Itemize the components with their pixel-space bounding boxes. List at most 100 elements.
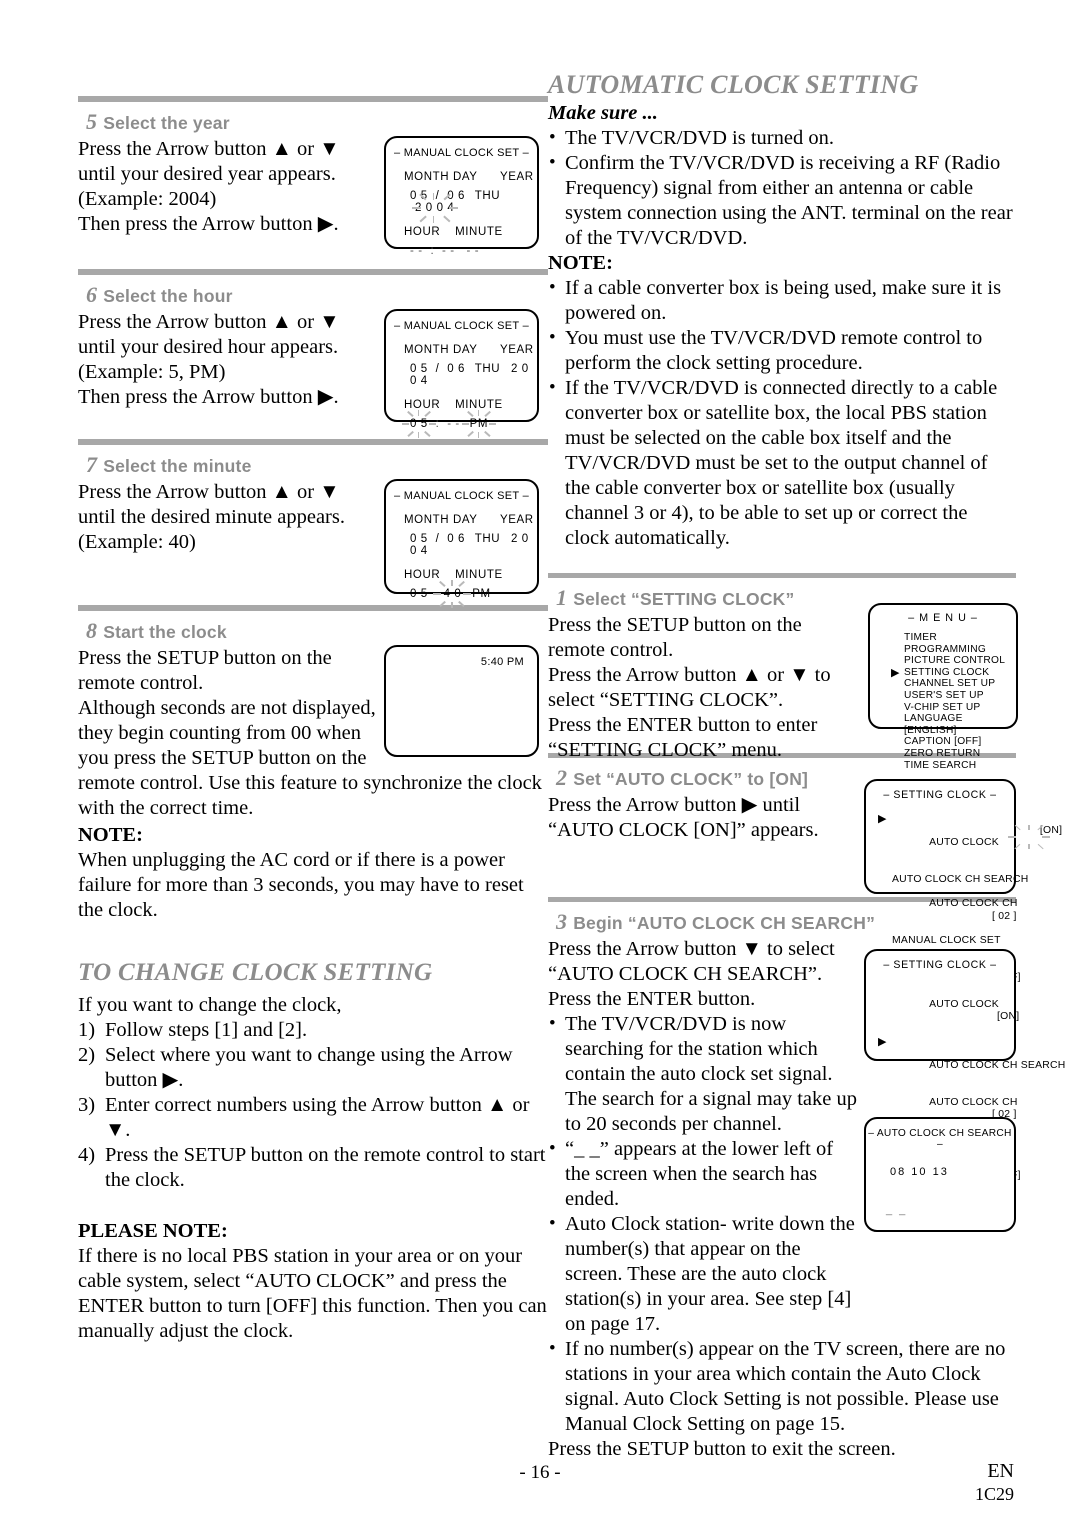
menu-item-label: PICTURE CONTROL	[904, 655, 1006, 667]
step-8-note-text: When unplugging the AC cord or if there …	[78, 849, 524, 921]
menu-item-label: CHANNEL SET UP	[904, 678, 996, 690]
step-8-para2-rest: remote control. Use this feature to sync…	[78, 772, 542, 819]
cursor-arrow-icon: ▶	[878, 1035, 887, 1048]
screen-header-row-2: HOUR MINUTE	[404, 569, 537, 581]
step-8-text-narrow: Press the SETUP button on the remote con…	[78, 646, 383, 771]
menu-item[interactable]: ZERO RETURN	[904, 748, 1016, 760]
value-hour: - -	[410, 245, 423, 257]
list-marker: 1)	[78, 1019, 96, 1041]
step-7-heading: 7 Select the minute	[78, 452, 548, 478]
screen-title: – AUTO CLOCK CH SEARCH –	[868, 1128, 1012, 1150]
change-clock-section: TO CHANGE CLOCK SETTING If you want to c…	[78, 959, 548, 1344]
value-year: 2 0 0 4	[410, 363, 529, 387]
list-item: Auto Clock station- write down the numbe…	[548, 1211, 860, 1337]
menu-item[interactable]: USER'S SET UP	[904, 690, 1016, 702]
please-note-label: PLEASE NOTE:	[78, 1220, 228, 1242]
menu-item[interactable]: TIMER PROGRAMMING	[904, 632, 1016, 655]
label-minute: MINUTE	[455, 399, 503, 411]
value-colon: :	[435, 418, 440, 430]
menu-item-list: TIMER PROGRAMMING PICTURE CONTROL ▶ SETT…	[891, 632, 1016, 771]
make-sure-label: Make sure ...	[548, 102, 658, 124]
step-5-title: Select the year	[103, 113, 230, 133]
menu-item-label: LANGUAGE [ENGLISH]	[904, 713, 963, 736]
auto-step-3-block: 3 Begin “AUTO CLOCK CH SEARCH” Press the …	[548, 909, 1065, 1462]
page-number: - 16 -	[519, 1462, 561, 1483]
screen-manual-clock-set-minute: – MANUAL CLOCK SET – MONTH DAY YEAR 0 5 …	[384, 479, 539, 608]
setting-clock-row[interactable]: AUTO CLOCK CH SEARCH	[892, 874, 1028, 886]
change-clock-intro: If you want to change the clock,	[78, 994, 342, 1016]
search-end-mark: _ _	[886, 1204, 908, 1216]
screen-title: – SETTING CLOCK –	[883, 959, 997, 971]
list-marker: 3)	[78, 1094, 96, 1116]
step-7-text: Press the Arrow button ▲ or ▼ until the …	[78, 480, 383, 555]
list-item: Confirm the TV/VCR/DVD is receiving a RF…	[548, 150, 1016, 251]
step-5-heading: 5 Select the year	[78, 109, 548, 135]
step-6-block: 6 Select the hour Press the Arrow button …	[78, 282, 548, 439]
value-hour: 0 5	[410, 588, 428, 600]
setting-clock-row-selected[interactable]: ▶ AUTO CLOCK [ON]	[878, 813, 1062, 874]
label-minute: MINUTE	[455, 569, 503, 581]
auto-step-3-line-1: Press the Arrow button ▼ to select	[548, 938, 835, 960]
value-hour-flashing: 0 5	[401, 410, 436, 438]
value-hour: 0 5	[410, 418, 428, 430]
screen-value-row-2: 0 5 : - - PM	[401, 410, 537, 438]
step-8-para1-line1: Press the SETUP button on the	[78, 647, 332, 669]
auto-step-3-closing: Press the SETUP button to exit the scree…	[548, 1438, 896, 1460]
value-ampm: PM	[472, 588, 491, 600]
value-ampm: - -	[466, 245, 480, 257]
step-6-line-3: (Example: 5, PM)	[78, 361, 226, 383]
auto-step-2-block: 2 Set “AUTO CLOCK” to [ON] Press the Arro…	[548, 765, 1062, 983]
row-label: AUTO CLOCK CH SEARCH	[929, 1060, 1066, 1072]
row-value: [ON]	[997, 1011, 1020, 1023]
list-text: Select where you want to change using th…	[105, 1044, 513, 1091]
step-7-line-1: Press the Arrow button ▲ or ▼	[78, 481, 340, 503]
screen-header-row-1: MONTH DAY YEAR	[404, 171, 537, 183]
footer-code: 1C29	[974, 1484, 1014, 1504]
step-8-note-label: NOTE:	[78, 824, 143, 846]
list-text: Press the SETUP button on the remote con…	[105, 1144, 546, 1191]
list-marker: 2)	[78, 1044, 96, 1066]
screen-value-row-1: 0 5 / 0 6 THU 2 0 0 4	[410, 533, 537, 557]
label-year: YEAR	[500, 171, 534, 183]
row-value: [ON]	[1039, 825, 1063, 837]
cursor-arrow-icon: ▶	[878, 813, 887, 825]
menu-item[interactable]: CAPTION [OFF]	[904, 736, 1016, 748]
label-minute: MINUTE	[455, 226, 503, 238]
value-month: 0 5	[410, 190, 428, 202]
setting-clock-row[interactable]: AUTO CLOCK [ON]	[892, 987, 1019, 1036]
menu-item[interactable]: LANGUAGE [ENGLISH]	[904, 713, 1016, 736]
menu-item[interactable]: PICTURE CONTROL	[904, 655, 1016, 667]
change-clock-list: 1) Follow steps [1] and [2]. 2) Select whe…	[78, 1018, 548, 1193]
menu-item-selected[interactable]: ▶ SETTING CLOCK	[891, 667, 1016, 679]
make-sure-list: The TV/VCR/DVD is turned on. Confirm the…	[548, 125, 1016, 251]
value-month: 0 5	[410, 363, 428, 375]
list-item: If a cable converter box is being used, …	[548, 275, 1016, 326]
label-hour: HOUR	[404, 399, 441, 411]
screen-manual-clock-set-year: – MANUAL CLOCK SET – MONTH DAY YEAR 0 5 …	[384, 136, 539, 257]
value-minute-flashing: 4 0	[433, 580, 472, 608]
screen-clock-display: 5:40 PM	[384, 645, 539, 757]
setting-clock-row-selected[interactable]: ▶ AUTO CLOCK CH SEARCH	[878, 1036, 1065, 1085]
screen-value-row-1: 0 5 / 0 6 THU 2 0 0 4	[410, 363, 537, 387]
screen-value-row-1: 0 5 / 0 6 THU 2 0 0 4	[410, 190, 537, 223]
list-text: Enter correct numbers using the Arrow bu…	[105, 1094, 530, 1141]
value-minute: - -	[447, 418, 460, 430]
auto-step-3-number: 3	[556, 909, 568, 934]
list-item: 4) Press the SETUP button on the remote c…	[78, 1143, 548, 1193]
value-ampm: PM	[469, 418, 489, 430]
menu-item-label: TIMER PROGRAMMING	[904, 632, 986, 655]
auto-step-3-title: Begin “AUTO CLOCK CH SEARCH”	[573, 913, 876, 933]
menu-item[interactable]: V-CHIP SET UP	[904, 702, 1016, 714]
value-day: 0 6	[447, 363, 465, 375]
step-6-line-2: until your desired hour appears.	[78, 336, 339, 358]
value-weekday: THU	[474, 190, 501, 202]
auto-step-3-text: Press the Arrow button ▼ to select “AUTO…	[548, 937, 860, 1012]
menu-item[interactable]: CHANNEL SET UP	[904, 678, 1016, 690]
step-8-number: 8	[86, 618, 98, 643]
screen-auto-clock-ch-search: – AUTO CLOCK CH SEARCH – 08 10 13 _ _	[864, 1117, 1016, 1232]
automatic-note-label: NOTE:	[548, 252, 613, 274]
screen-setting-clock-step2: – SETTING CLOCK – ▶ AUTO CLOCK [ON] AUTO…	[864, 779, 1062, 983]
label-year: YEAR	[500, 344, 534, 356]
value-day: 0 6	[447, 190, 465, 202]
row-label: AUTO CLOCK CH	[929, 1096, 1018, 1108]
